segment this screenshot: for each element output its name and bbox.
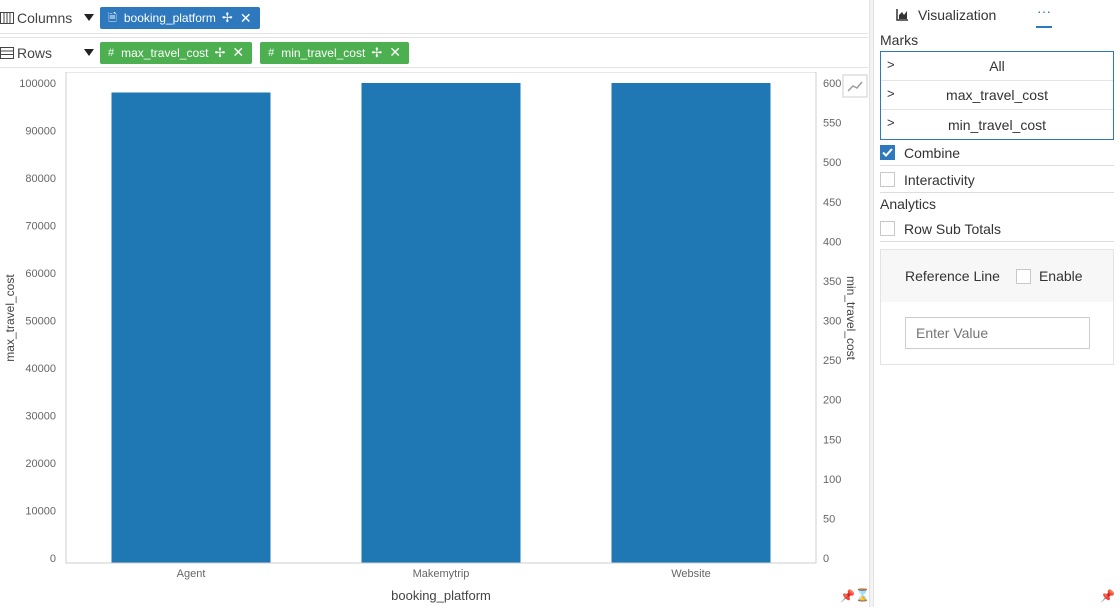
y-tick-label: 60000 [25,268,56,280]
rows-icon [0,46,14,59]
y-tick-label: 70000 [25,221,56,233]
y2-tick-label: 550 [823,118,841,130]
columns-shelf: Columns 🗎 booking_platform ✢ ✕ [0,3,868,34]
reference-line-box: Reference Line Enable [880,249,1114,365]
close-icon[interactable]: ✕ [232,44,244,61]
analytics-title: Analytics [880,196,937,212]
y2-tick-label: 350 [823,276,841,288]
y2-tick-label: 300 [823,316,841,328]
rows-shelf-label[interactable]: Rows [0,38,100,67]
y2-axis-label: min_travel_cost [844,276,858,361]
enable-label: Enable [1038,268,1083,284]
y-tick-label: 100000 [19,78,56,90]
pill-min-travel-cost[interactable]: # min_travel_cost ✢ ✕ [260,41,409,64]
tab-visualization[interactable]: Visualization [896,7,996,23]
pin-icon[interactable]: 📌 [840,589,855,603]
pill-max-travel-cost[interactable]: # max_travel_cost ✢ ✕ [100,41,253,64]
tab-visualization-label: Visualization [918,7,997,23]
trend-icon[interactable] [842,74,868,98]
x-tick-label: Makemytrip [413,568,470,580]
pill-label: max_travel_cost [121,45,209,60]
y2-tick-label: 50 [823,513,835,525]
bar-makemytrip[interactable] [361,83,521,563]
y-tick-label: 0 [50,553,56,565]
combine-row: Combine [880,140,1114,166]
y-tick-label: 30000 [25,411,56,423]
y2-tick-label: 250 [823,355,841,367]
marks-list: > All > max_travel_cost > min_travel_cos… [880,51,1114,140]
rows-shelf: Rows # max_travel_cost ✢ ✕ # min_travel_… [0,37,868,68]
x-tick-label: Website [671,568,711,580]
reference-value-input[interactable] [905,317,1090,349]
move-icon[interactable]: ✢ [371,45,382,61]
row-subtotals-row: Row Sub Totals [880,216,1114,242]
document-icon: 🗎 [108,11,117,24]
y-tick-label: 10000 [25,506,56,518]
chevron-right-icon: > [887,57,895,72]
y2-tick-label: 100 [823,474,841,486]
y2-tick-label: 200 [823,395,841,407]
y2-tick-label: 400 [823,236,841,248]
y2-tick-label: 450 [823,197,841,209]
columns-shelf-label[interactable]: Columns [0,3,100,33]
x-axis-label: booking_platform [391,588,491,603]
mark-label: All [989,58,1005,74]
mark-item-max-travel-cost[interactable]: > max_travel_cost [881,81,1113,110]
bar-agent[interactable] [111,92,271,564]
hash-icon: # [268,46,275,59]
y-axis-label: max_travel_cost [3,274,17,362]
tab-more[interactable]: ··· [1036,4,1052,28]
mark-label: min_travel_cost [947,116,1047,133]
y-tick-label: 90000 [25,126,56,138]
y2-tick-label: 150 [823,434,841,446]
combine-checkbox[interactable] [880,145,895,160]
columns-label: Columns [17,10,73,26]
bar-website[interactable] [611,83,771,563]
move-icon[interactable]: ✢ [215,45,226,61]
interactivity-label: Interactivity [904,171,975,188]
chart-area: 0 10000 20000 30000 40000 50000 60000 70000 8000… [0,71,870,607]
pin-icon[interactable]: 📌 [1100,589,1115,603]
close-icon[interactable]: ✕ [240,10,252,27]
mark-item-all[interactable]: > All [881,52,1113,81]
rows-label: Rows [17,44,53,61]
hash-icon: # [108,46,115,59]
mark-item-min-travel-cost[interactable]: > min_travel_cost [881,110,1113,139]
bar-chart: 0 10000 20000 30000 40000 50000 60000 70000 8000… [3,71,868,603]
y-tick-label: 40000 [25,363,56,375]
y2-tick-label: 500 [823,157,841,169]
rows-dropdown-icon[interactable] [84,49,94,56]
columns-icon [0,12,14,24]
x-tick-label: Agent [177,568,206,580]
hourglass-icon: ⌛ [855,588,870,602]
pill-booking-platform[interactable]: 🗎 booking_platform ✢ ✕ [100,7,260,29]
panel-splitter[interactable] [869,0,874,607]
row-subtotals-checkbox[interactable] [880,221,895,236]
chevron-right-icon: > [887,86,895,101]
check-icon [882,148,893,157]
visualization-panel: Visualization ··· Marks > All > max_trav… [876,0,1120,607]
pill-label: min_travel_cost [281,45,366,60]
columns-dropdown-icon[interactable] [84,14,94,21]
y2-tick-label: 600 [823,78,841,90]
close-icon[interactable]: ✕ [389,44,401,61]
y2-tick-label: 0 [823,553,829,565]
y-tick-label: 80000 [25,173,56,185]
move-icon[interactable]: ✢ [222,10,233,26]
interactivity-checkbox[interactable] [880,172,895,187]
interactivity-row: Interactivity [880,167,1114,193]
mark-label: max_travel_cost [946,87,1048,103]
pill-label: booking_platform [123,11,216,25]
combine-label: Combine [904,144,961,161]
reference-line-header: Reference Line Enable [881,250,1113,302]
y-tick-label: 20000 [25,458,56,470]
chart-icon [896,9,908,21]
enable-checkbox[interactable] [1015,268,1031,284]
marks-title: Marks [880,32,919,48]
y-tick-label: 50000 [25,316,56,328]
reference-line-label: Reference Line [905,268,1000,284]
row-subtotals-label: Row Sub Totals [904,220,1002,237]
chevron-right-icon: > [887,115,895,130]
